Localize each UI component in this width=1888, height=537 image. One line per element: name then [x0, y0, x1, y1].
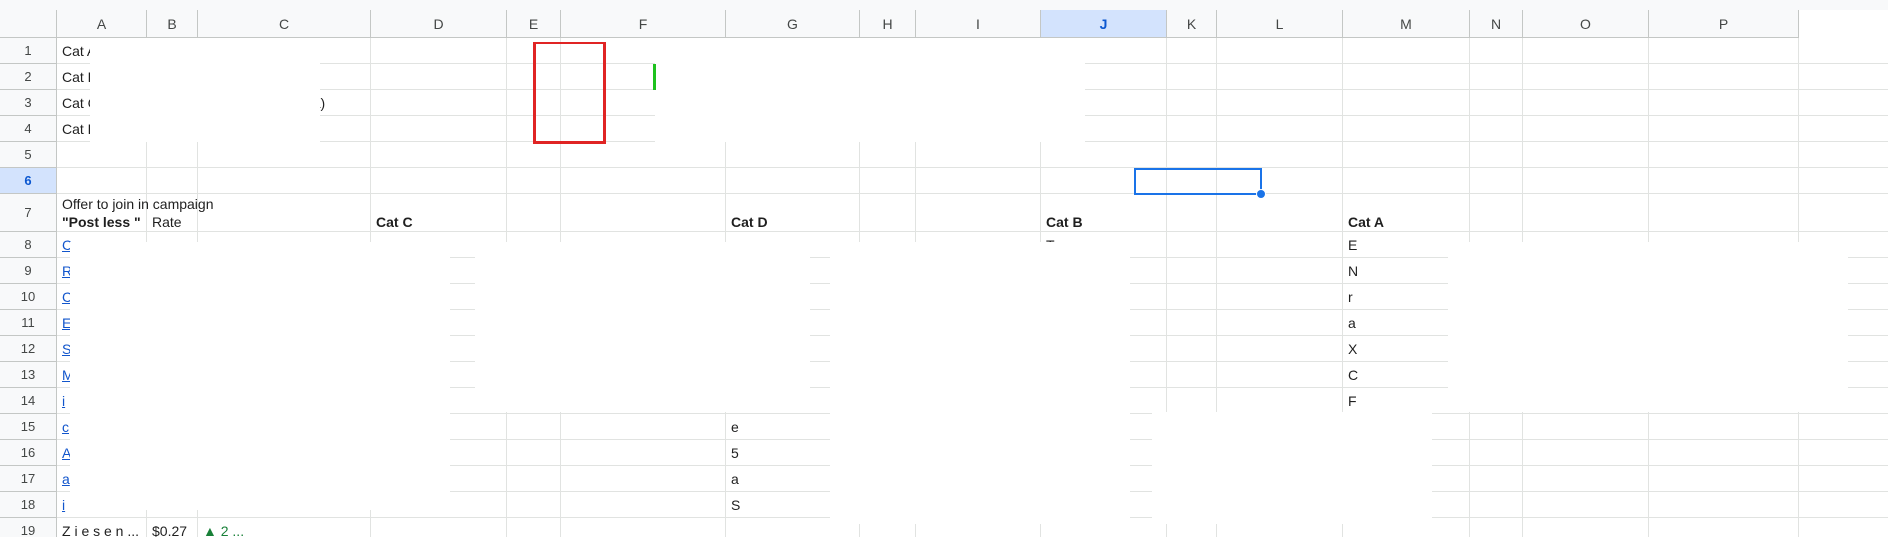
redaction-main-block-right — [1448, 242, 1848, 412]
column-header-c[interactable]: C — [198, 10, 371, 38]
row-header-15[interactable]: 15 — [0, 414, 57, 440]
fill-handle[interactable] — [1256, 189, 1266, 199]
column-header-h[interactable]: H — [860, 10, 916, 38]
row-header-19[interactable]: 19 — [0, 518, 57, 537]
row-header-5[interactable]: 5 — [0, 142, 57, 168]
column-header-l[interactable]: L — [1217, 10, 1343, 38]
green-indicator-bar — [653, 64, 656, 90]
row-header-1[interactable]: 1 — [0, 38, 57, 64]
redaction-col-g-lower — [830, 412, 1130, 524]
column-header-j[interactable]: J — [1041, 10, 1167, 38]
active-cell-selection[interactable] — [1134, 168, 1262, 195]
cell-b7[interactable]: Rate — [152, 213, 182, 231]
cell-m8[interactable]: E — [1348, 236, 1357, 254]
cell-a14[interactable]: i — [62, 392, 65, 410]
column-header-b[interactable]: B — [147, 10, 198, 38]
row-header-3[interactable]: 3 — [0, 90, 57, 116]
cell-a18[interactable]: i — [62, 496, 65, 514]
cell-j7[interactable]: Cat B — [1046, 213, 1083, 231]
redaction-a1-area — [90, 38, 320, 142]
spreadsheet-grid[interactable]: ABCDEFGHIJKLMNOP 1 2 3 4 5 6 7 8 9 10 11 12 13 14 15 16… — [0, 0, 1888, 537]
column-header-n[interactable]: N — [1470, 10, 1523, 38]
cell-c19[interactable]: ▲ 2 ... — [203, 522, 244, 537]
column-header-a[interactable]: A — [57, 10, 147, 38]
cell-g18[interactable]: S — [731, 496, 740, 514]
column-header-f[interactable]: F — [561, 10, 726, 38]
cell-g16[interactable]: 5 — [731, 444, 739, 462]
toolbar-strip — [0, 0, 1888, 10]
select-all-corner[interactable] — [0, 10, 57, 38]
row-header-4[interactable]: 4 — [0, 116, 57, 142]
row-header-6[interactable]: 6 — [0, 168, 57, 194]
redaction-main-block-mid — [475, 242, 810, 412]
row-header-11[interactable]: 11 — [0, 310, 57, 336]
cell-m11[interactable]: a — [1348, 314, 1356, 332]
column-header-d[interactable]: D — [371, 10, 507, 38]
red-highlight-box — [533, 42, 606, 144]
redaction-col-j-lower — [1152, 412, 1432, 524]
cell-a15[interactable]: c — [62, 418, 69, 436]
column-header-g[interactable]: G — [726, 10, 860, 38]
row-header-17[interactable]: 17 — [0, 466, 57, 492]
redaction-main-block-left — [70, 242, 450, 510]
column-header-k[interactable]: K — [1167, 10, 1217, 38]
row-header-8[interactable]: 8 — [0, 232, 57, 258]
cell-m10[interactable]: r — [1348, 288, 1353, 306]
cell-m13[interactable]: C — [1348, 366, 1358, 384]
cell-b19[interactable]: $0.27 — [152, 522, 187, 537]
cell-g7[interactable]: Cat D — [731, 213, 768, 231]
cell-a7-line2[interactable]: "Post less " — [62, 213, 141, 231]
column-header-m[interactable]: M — [1343, 10, 1470, 38]
cell-g15[interactable]: e — [731, 418, 739, 436]
cell-d7[interactable]: Cat C — [376, 213, 413, 231]
cell-a19[interactable]: Z i e s e n ... — [62, 522, 139, 537]
column-header-o[interactable]: O — [1523, 10, 1649, 38]
cell-m14[interactable]: F — [1348, 392, 1357, 410]
row-header-14[interactable]: 14 — [0, 388, 57, 414]
row-header-10[interactable]: 10 — [0, 284, 57, 310]
row-header-13[interactable]: 13 — [0, 362, 57, 388]
row-header-2[interactable]: 2 — [0, 64, 57, 90]
gridline-horizontal — [57, 167, 1888, 168]
row-header-7[interactable]: 7 — [0, 194, 57, 232]
row-header-12[interactable]: 12 — [0, 336, 57, 362]
cell-m7[interactable]: Cat A — [1348, 213, 1384, 231]
cell-a17[interactable]: a — [62, 470, 70, 488]
redaction-main-block-mid2 — [830, 242, 1130, 412]
row-header-16[interactable]: 16 — [0, 440, 57, 466]
gridline-horizontal — [57, 193, 1888, 194]
row-header-9[interactable]: 9 — [0, 258, 57, 284]
row-header-18[interactable]: 18 — [0, 492, 57, 518]
column-header-p[interactable]: P — [1649, 10, 1799, 38]
cell-g17[interactable]: a — [731, 470, 739, 488]
redaction-i1-area — [655, 38, 1085, 142]
cell-a7-line1[interactable]: Offer to join in campaign — [62, 195, 214, 213]
gridline-horizontal — [57, 231, 1888, 232]
cell-m12[interactable]: X — [1348, 340, 1357, 358]
column-header-e[interactable]: E — [507, 10, 561, 38]
column-header-i[interactable]: I — [916, 10, 1041, 38]
cell-m9[interactable]: N — [1348, 262, 1358, 280]
